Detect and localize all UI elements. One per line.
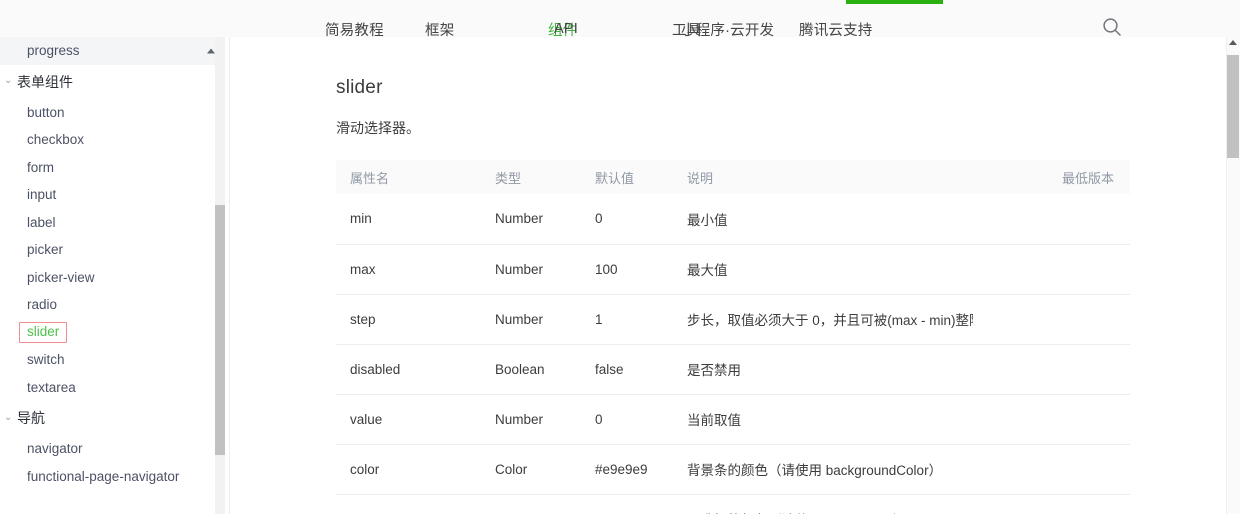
active-tab-indicator <box>846 0 943 4</box>
sidebar-item-label[interactable]: label <box>0 209 222 237</box>
sidebar-item-slider[interactable]: slider <box>0 319 222 347</box>
cell-name: disabled <box>336 344 481 395</box>
cell-desc: 当前取值 <box>673 394 973 445</box>
column-header-3: 说明 <box>673 160 973 194</box>
sidebar-item-progress[interactable]: progress <box>0 37 222 65</box>
table-row: selected-colorColor#1aad19已选择的颜色（请使用 act… <box>336 494 1130 514</box>
sidebar-item-label: picker <box>27 242 64 258</box>
sidebar-item-picker[interactable]: picker <box>0 236 222 264</box>
page-title: slider <box>336 77 383 98</box>
table-row: disabled Boolean false 是否禁用 <box>336 344 1130 395</box>
cell-default: 0 <box>581 194 673 245</box>
column-header-2: 默认值 <box>581 160 673 194</box>
cell-desc: 最小值 <box>673 194 973 245</box>
column-header-4: 最低版本 <box>973 160 1130 194</box>
sidebar-item-label: 导航 <box>17 410 45 426</box>
cell-name: step <box>336 294 481 345</box>
cell-version <box>973 494 1130 514</box>
documentation-article: slider 滑动选择器。 属性名 类型 默认值 说明 最低版本 min Number 0 最… <box>336 37 1136 514</box>
sidebar-item--[interactable]: ⌄ 导航 <box>0 401 222 435</box>
sidebar-item-button[interactable]: button <box>0 99 222 127</box>
sidebar-item-switch[interactable]: switch <box>0 346 222 374</box>
sidebar-item-functional-page-navigator[interactable]: functional-page-navigator <box>0 463 222 491</box>
table-row: min Number 0 最小值 <box>336 194 1130 245</box>
sidebar-item-form[interactable]: form <box>0 154 222 182</box>
sidebar-item-label: picker-view <box>27 269 95 285</box>
table-row: step Number 1 步长，取值必须大于 0，并且可被(max - min)整除 <box>336 294 1130 345</box>
page-subtitle: 滑动选择器。 <box>336 120 420 136</box>
cell-type: Number <box>481 294 581 345</box>
cell-name: max <box>336 244 481 295</box>
cell-version <box>973 294 1130 345</box>
chevron-down-icon: ⌄ <box>4 411 13 423</box>
cell-name: color <box>336 444 481 495</box>
cell-version <box>973 394 1130 445</box>
sidebar-item-checkbox[interactable]: checkbox <box>0 126 222 154</box>
sidebar-item--[interactable]: ⌄ 表单组件 <box>0 65 222 99</box>
sidebar-scrollbar-thumb[interactable] <box>215 205 225 455</box>
sidebar-item-radio[interactable]: radio <box>0 291 222 319</box>
table-header-row: 属性名 类型 默认值 说明 最低版本 <box>336 160 1130 194</box>
sidebar-item-label: radio <box>27 297 58 313</box>
cell-default: 100 <box>581 244 673 295</box>
cell-name: selected-color <box>336 494 481 514</box>
cell-type: Color <box>481 494 581 514</box>
sidebar-item-label: textarea <box>27 379 76 395</box>
sidebar-item-label: slider <box>19 321 68 343</box>
sidebar: progress ⌄ 表单组件 button checkbox form input labe… <box>0 37 230 514</box>
cell-desc: 最大值 <box>673 244 973 295</box>
sidebar-item-picker-view[interactable]: picker-view <box>0 264 222 292</box>
cell-desc: 步长，取值必须大于 0，并且可被(max - min)整除 <box>673 294 973 345</box>
scroll-up-arrow-icon[interactable] <box>1229 40 1237 45</box>
table-row: color Color #e9e9e9 背景条的颜色（请使用 backgroundCo… <box>336 444 1130 495</box>
cell-version <box>973 194 1130 245</box>
main-content: slider 滑动选择器。 属性名 类型 默认值 说明 最低版本 min Number 0 最… <box>230 37 1226 514</box>
nav-item-3[interactable]: API <box>554 21 578 37</box>
attributes-table: 属性名 类型 默认值 说明 最低版本 min Number 0 最小值 max Number 100… <box>336 160 1130 514</box>
sidebar-item-label: form <box>27 159 54 175</box>
chevron-down-icon: ⌄ <box>4 75 13 86</box>
sidebar-item-label: switch <box>27 352 65 368</box>
cell-type: Boolean <box>481 344 581 395</box>
collapse-up-arrow-icon[interactable] <box>207 48 215 54</box>
sidebar-item-label: button <box>27 104 65 120</box>
cell-type: Number <box>481 194 581 245</box>
sidebar-item-label: input <box>27 187 57 203</box>
cell-version <box>973 344 1130 395</box>
sidebar-item-label: 表单组件 <box>17 73 73 90</box>
sidebar-item-textarea[interactable]: textarea <box>0 374 222 402</box>
search-icon[interactable] <box>1100 15 1124 39</box>
cell-type: Number <box>481 244 581 295</box>
cell-name: value <box>336 394 481 445</box>
cell-type: Color <box>481 444 581 495</box>
sidebar-item-label: checkbox <box>27 132 85 148</box>
cell-desc: 背景条的颜色（请使用 backgroundColor） <box>673 444 973 495</box>
column-header-1: 类型 <box>481 160 581 194</box>
sidebar-item-label: progress <box>27 43 80 59</box>
cell-default: false <box>581 344 673 395</box>
cell-version <box>973 444 1130 495</box>
sidebar-item-input[interactable]: input <box>0 181 222 209</box>
cell-default: #1aad19 <box>581 494 673 514</box>
cell-type: Number <box>481 394 581 445</box>
table-body: min Number 0 最小值 max Number 100 最大值 step Number 1 步… <box>336 194 1130 514</box>
table-header: 属性名 类型 默认值 说明 最低版本 <box>336 160 1130 194</box>
sidebar-item-navigator[interactable]: navigator <box>0 435 222 463</box>
sidebar-item-label: navigator <box>27 441 83 457</box>
sidebar-item-list: progress ⌄ 表单组件 button checkbox form input labe… <box>0 37 222 490</box>
table-row: max Number 100 最大值 <box>336 244 1130 295</box>
cell-name: min <box>336 194 481 245</box>
table-row: value Number 0 当前取值 <box>336 394 1130 445</box>
cell-version <box>973 244 1130 295</box>
column-header-0: 属性名 <box>336 160 481 194</box>
cell-desc: 已选择的颜色（请使用 activeColor） <box>673 494 973 514</box>
cell-default: #e9e9e9 <box>581 444 673 495</box>
sidebar-item-label: label <box>27 214 56 230</box>
cell-default: 0 <box>581 394 673 445</box>
cell-default: 1 <box>581 294 673 345</box>
page-scrollbar-thumb[interactable] <box>1227 55 1239 158</box>
cell-desc: 是否禁用 <box>673 344 973 395</box>
sidebar-item-label: functional-page-navigator <box>27 468 180 484</box>
